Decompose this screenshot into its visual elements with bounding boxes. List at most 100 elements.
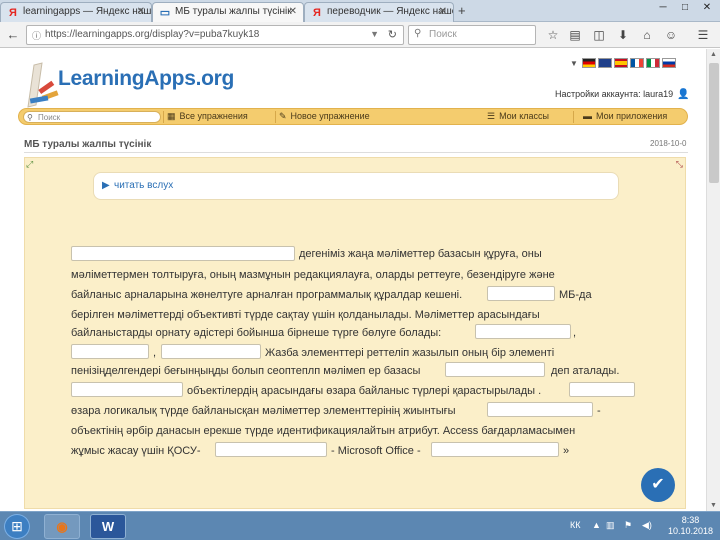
tab-translator-search[interactable]: Я переводчик — Яндекс нашёл ✕ <box>304 2 454 22</box>
menu-label: Мои приложения <box>596 111 668 121</box>
minimize-button[interactable]: ─ <box>652 0 674 16</box>
chevron-down-icon[interactable]: ▼ <box>370 29 379 39</box>
action-center-icon[interactable]: ⚑ <box>624 520 632 531</box>
menu-divider <box>573 111 574 123</box>
exercise-text: , <box>573 327 577 339</box>
answer-blank-6[interactable] <box>445 362 545 377</box>
answer-blank-8[interactable] <box>569 382 635 397</box>
menu-label: Все упражнения <box>179 111 248 121</box>
flag-german-icon[interactable] <box>581 58 596 68</box>
search-input[interactable]: ⚲ Поиск <box>408 25 536 45</box>
exercise-text: деп аталады. <box>551 365 620 377</box>
read-aloud-box[interactable]: ▶ читать вслух <box>93 172 619 200</box>
flag-french-icon[interactable] <box>629 58 644 68</box>
search-icon: ⚲ <box>27 113 33 122</box>
scrollbar-thumb[interactable] <box>709 63 719 183</box>
pocket-icon[interactable]: ◫ <box>590 26 608 44</box>
window-close-button[interactable]: ✕ <box>696 0 718 16</box>
pencil-icon: ✎ <box>279 111 287 121</box>
reload-icon[interactable]: ↻ <box>388 28 397 41</box>
yandex-icon: Я <box>313 7 321 19</box>
network-icon[interactable]: ▥ <box>606 520 615 531</box>
answer-blank-1[interactable] <box>71 246 295 261</box>
menu-divider <box>275 111 276 123</box>
answer-blank-3[interactable] <box>475 324 571 339</box>
tab-current-exercise[interactable]: ▭ МБ туралы жалпы түсінік ✕ <box>152 2 304 22</box>
flag-russian-icon[interactable] <box>661 58 676 68</box>
page-title: МБ туралы жалпы түсінік <box>24 139 152 150</box>
exercise-text: берілген мәліметтерді объективті түрде с… <box>71 309 540 321</box>
bookmark-star-icon[interactable]: ☆ <box>544 26 562 44</box>
reading-list-icon[interactable]: ▤ <box>566 26 584 44</box>
answer-blank-4[interactable] <box>71 344 149 359</box>
play-icon[interactable]: ▶ <box>102 180 110 191</box>
site-search-input[interactable]: ⚲ Поиск <box>23 111 161 123</box>
vertical-scrollbar[interactable]: ▲ ▼ <box>706 49 720 511</box>
clock-date: 10.10.2018 <box>668 526 714 536</box>
user-icon[interactable]: 👤 <box>677 89 689 100</box>
chevron-up-icon[interactable]: ▲ <box>592 520 601 530</box>
close-icon[interactable]: ✕ <box>439 6 447 17</box>
new-tab-button[interactable]: + <box>458 3 466 18</box>
close-icon[interactable]: ✕ <box>137 6 145 17</box>
home-icon[interactable]: ⌂ <box>638 26 656 44</box>
scroll-up-icon[interactable]: ▲ <box>710 51 717 58</box>
exercise-panel: ⤢ ⤡ ▶ читать вслух дегеніміз жаңа мәліме… <box>24 157 686 509</box>
back-button[interactable]: ← <box>4 26 22 44</box>
start-button[interactable]: ⊞ <box>4 514 30 539</box>
answer-blank-7[interactable] <box>71 382 183 397</box>
answer-blank-11[interactable] <box>431 442 559 457</box>
flag-italian-icon[interactable] <box>645 58 660 68</box>
grid-icon: ▦ <box>167 111 176 121</box>
menu-divider <box>163 111 164 123</box>
answer-blank-9[interactable] <box>487 402 593 417</box>
flag-english-icon[interactable] <box>597 58 612 68</box>
language-selector[interactable]: ▼ <box>570 57 676 69</box>
menu-label: Новое упражнение <box>290 111 370 121</box>
url-text: https://learningapps.org/display?v=puba7… <box>45 29 260 40</box>
logo-pencils-icon <box>27 62 59 108</box>
answer-blank-10[interactable] <box>215 442 327 457</box>
check-icon: ✔ <box>651 476 665 493</box>
firefox-icon: ◉ <box>56 519 68 534</box>
exercise-text: МБ-да <box>559 289 592 301</box>
info-icon[interactable]: ⓘ <box>32 29 41 42</box>
main-menu-bar: ⚲ Поиск ▦ Все упражнения ✎ Новое упражнени… <box>18 108 688 125</box>
site-logo[interactable]: LearningApps.org <box>58 67 234 91</box>
chevron-down-icon[interactable]: ▼ <box>570 59 578 68</box>
exercise-text: , <box>153 347 157 359</box>
maximize-button[interactable]: □ <box>674 0 696 16</box>
taskbar-word[interactable]: W <box>90 514 126 539</box>
menu-icon[interactable]: ☰ <box>694 26 712 44</box>
chat-icon[interactable]: ☺ <box>662 26 680 44</box>
language-indicator[interactable]: КК <box>570 520 581 530</box>
exercise-text: Жазба элементтері реттеліп жазылып оның … <box>265 347 555 359</box>
check-answers-button[interactable]: ✔ <box>641 468 675 502</box>
exercise-text: - Microsoft Office - <box>331 445 421 457</box>
exercise-text: байланыс арналарына жөнелтуге арналған п… <box>71 289 463 301</box>
exercise-text: жұмыс жасау үшін ҚОСУ- <box>71 445 201 457</box>
fullscreen-icon[interactable]: ⤢ <box>26 159 33 170</box>
system-clock[interactable]: 8:38 10.10.2018 <box>668 515 713 537</box>
minimize-panel-icon[interactable]: ⤡ <box>676 159 683 170</box>
download-icon[interactable]: ⬇ <box>614 26 632 44</box>
menu-all-exercises[interactable]: ▦ Все упражнения <box>167 111 248 122</box>
address-bar[interactable]: ⓘ https://learningapps.org/display?v=pub… <box>26 25 404 45</box>
word-icon: W <box>101 519 115 534</box>
volume-icon[interactable]: ◀) <box>642 520 652 531</box>
search-placeholder: Поиск <box>429 29 457 40</box>
exercise-text: байланыстарды орнату әдістері бойынша бі… <box>71 327 442 339</box>
menu-my-apps[interactable]: ▬ Мои приложения <box>583 111 667 121</box>
menu-new-exercise[interactable]: ✎ Новое упражнение <box>279 111 370 122</box>
account-settings-link[interactable]: Настройки аккаунта: laura19 👤 <box>555 89 690 100</box>
scroll-down-icon[interactable]: ▼ <box>710 502 717 509</box>
tab-learningapps-search[interactable]: Я learningapps — Яндекс нашёл ✕ <box>0 2 152 22</box>
close-icon[interactable]: ✕ <box>289 6 297 17</box>
account-label: Настройки аккаунта: laura19 <box>555 89 674 99</box>
answer-blank-2[interactable] <box>487 286 555 301</box>
flag-spanish-icon[interactable] <box>613 58 628 68</box>
answer-blank-5[interactable] <box>161 344 261 359</box>
taskbar-firefox[interactable]: ◉ <box>44 514 80 539</box>
tab-title: learningapps — Яндекс нашёл <box>23 6 152 17</box>
menu-my-classes[interactable]: ☰ Мои классы <box>487 111 549 122</box>
